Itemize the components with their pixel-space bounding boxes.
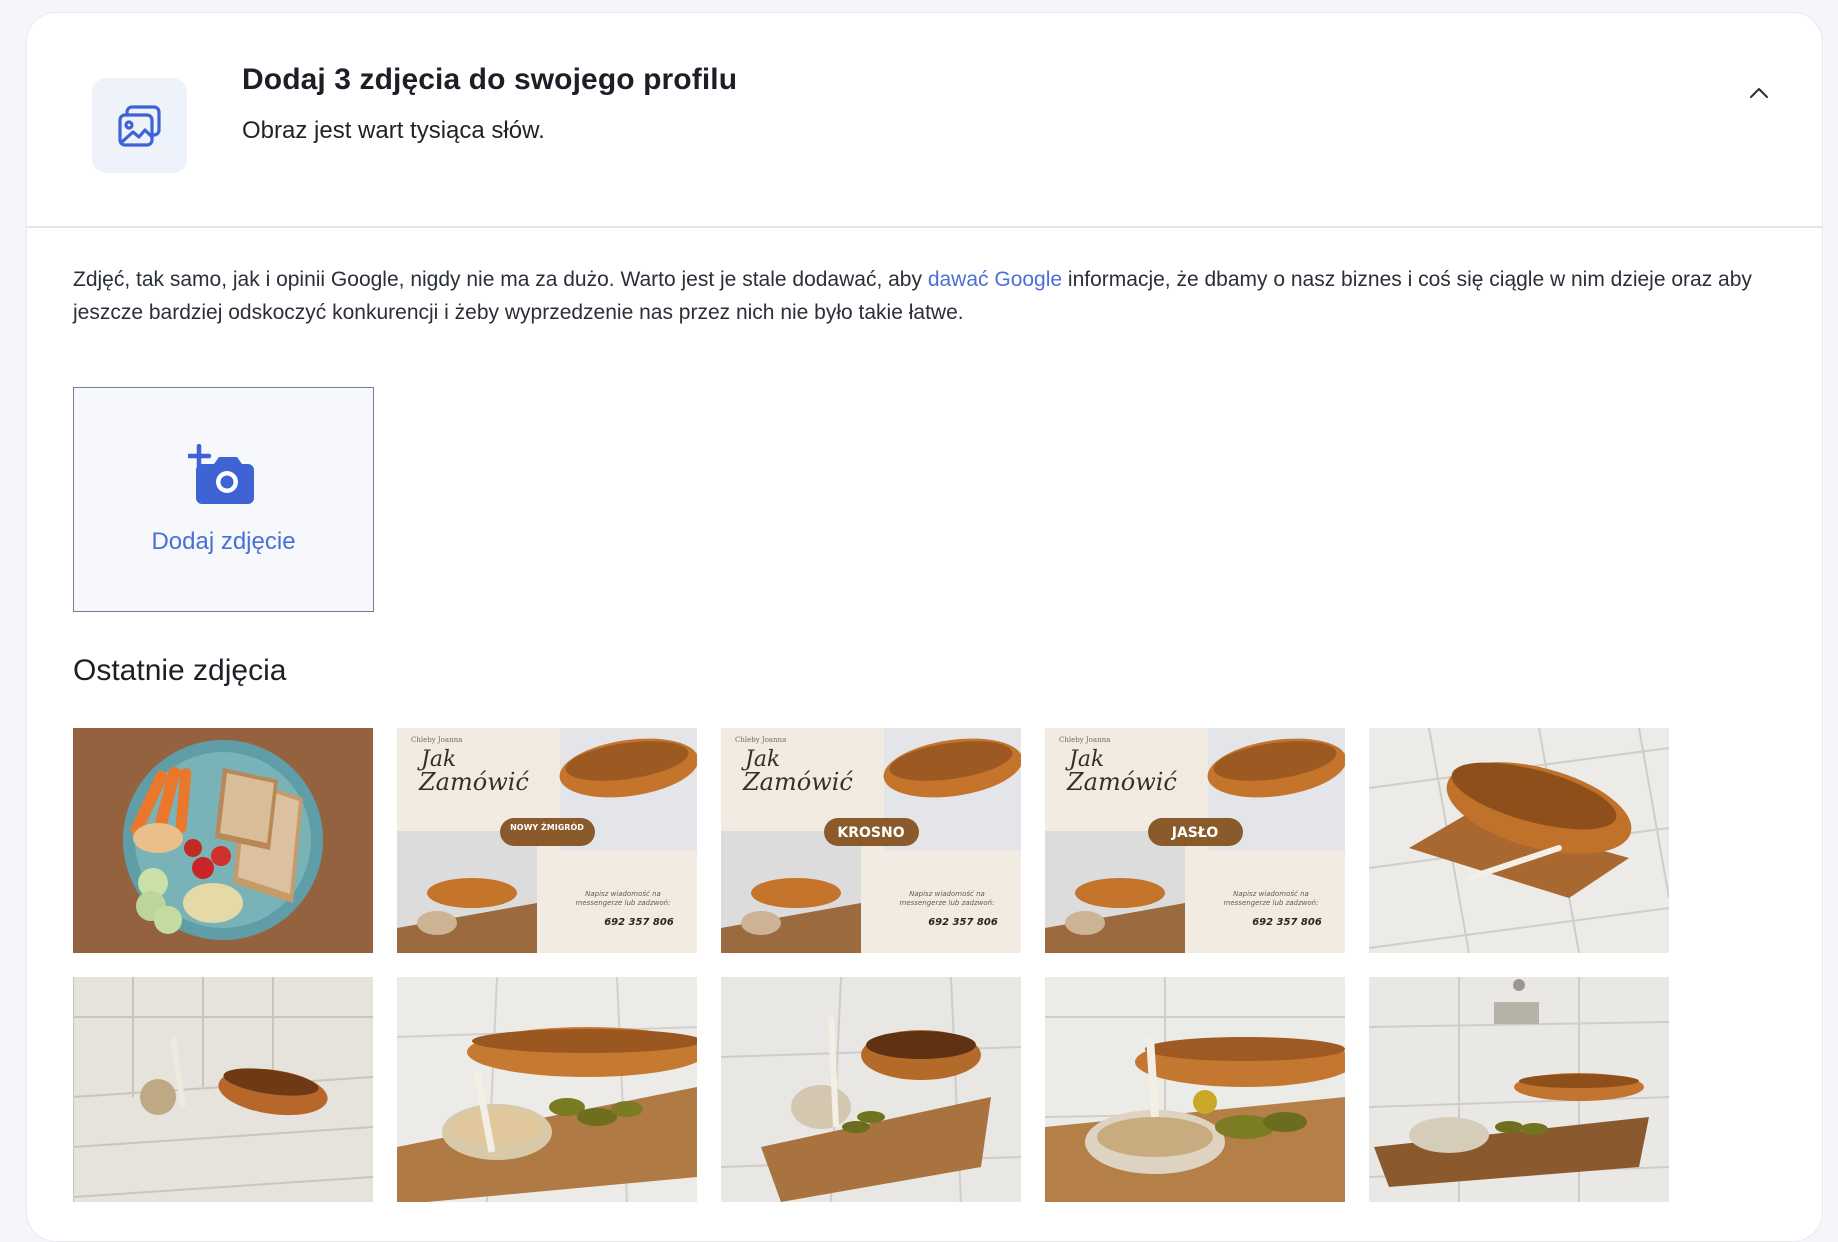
photo-thumbnail[interactable] bbox=[73, 977, 373, 1202]
add-photo-button[interactable]: Dodaj zdjęcie bbox=[73, 387, 374, 612]
photo-thumbnail[interactable]: Chleby Joanna Jak Zamówić NOWY ŻMIGRÓD N… bbox=[397, 728, 697, 953]
svg-text:Zamówić: Zamówić bbox=[1066, 768, 1177, 796]
svg-text:messengerze lub zadzwoń:: messengerze lub zadzwoń: bbox=[576, 899, 671, 907]
svg-text:692 357 806: 692 357 806 bbox=[1252, 917, 1322, 928]
svg-text:Napisz wiadomość na: Napisz wiadomość na bbox=[909, 890, 985, 898]
promo-badge: NOWY ŻMIGRÓD bbox=[510, 821, 584, 832]
task-card: Dodaj 3 zdjęcia do swojego profilu Obraz… bbox=[26, 12, 1823, 1242]
photo-thumbnail[interactable] bbox=[73, 728, 373, 953]
promo-badge: KROSNO bbox=[837, 825, 904, 841]
recent-photos-title: Ostatnie zdjęcia bbox=[73, 654, 287, 687]
svg-text:Napisz wiadomość na: Napisz wiadomość na bbox=[585, 890, 661, 898]
svg-text:Chleby Joanna: Chleby Joanna bbox=[1059, 736, 1110, 744]
svg-text:messengerze lub zadzwoń:: messengerze lub zadzwoń: bbox=[1224, 899, 1319, 907]
photo-thumbnail[interactable] bbox=[1369, 977, 1669, 1202]
task-header[interactable]: Dodaj 3 zdjęcia do swojego profilu Obraz… bbox=[27, 13, 1822, 228]
dawac-google-link[interactable]: dawać Google bbox=[928, 268, 1062, 291]
svg-text:Napisz wiadomość na: Napisz wiadomość na bbox=[1233, 890, 1309, 898]
promo-badge: JASŁO bbox=[1171, 825, 1219, 841]
page-subtitle: Obraz jest wart tysiąca słów. bbox=[242, 117, 545, 144]
add-photo-label: Dodaj zdjęcie bbox=[151, 527, 296, 555]
recent-photos-grid: Chleby Joanna Jak Zamówić NOWY ŻMIGRÓD N… bbox=[73, 728, 1669, 1202]
promo-brand: Chleby Joanna bbox=[411, 736, 462, 744]
photo-thumbnail[interactable] bbox=[721, 977, 1021, 1202]
svg-text:692 357 806: 692 357 806 bbox=[604, 917, 674, 928]
svg-text:messengerze lub zadzwoń:: messengerze lub zadzwoń: bbox=[900, 899, 995, 907]
add-photo-icon bbox=[187, 443, 254, 504]
collapse-button[interactable] bbox=[1734, 68, 1784, 118]
promo-heading: Zamówić bbox=[418, 768, 529, 796]
photo-thumbnail[interactable]: Chleby Joanna Jak Zamówić KROSNO Napisz … bbox=[721, 728, 1021, 953]
gallery-icon bbox=[92, 78, 187, 173]
photo-thumbnail[interactable] bbox=[397, 977, 697, 1202]
photo-thumbnail[interactable]: Chleby Joanna Jak Zamówić JASŁO Napisz w… bbox=[1045, 728, 1345, 953]
svg-text:Zamówić: Zamówić bbox=[742, 768, 853, 796]
photo-thumbnail[interactable] bbox=[1369, 728, 1669, 953]
chevron-up-icon bbox=[1750, 88, 1768, 98]
photo-thumbnail[interactable] bbox=[1045, 977, 1345, 1202]
svg-text:Chleby Joanna: Chleby Joanna bbox=[735, 736, 786, 744]
page-title: Dodaj 3 zdjęcia do swojego profilu bbox=[242, 63, 738, 96]
svg-text:692 357 806: 692 357 806 bbox=[928, 917, 998, 928]
description-text: Zdjęć, tak samo, jak i opinii Google, ni… bbox=[73, 268, 1752, 324]
